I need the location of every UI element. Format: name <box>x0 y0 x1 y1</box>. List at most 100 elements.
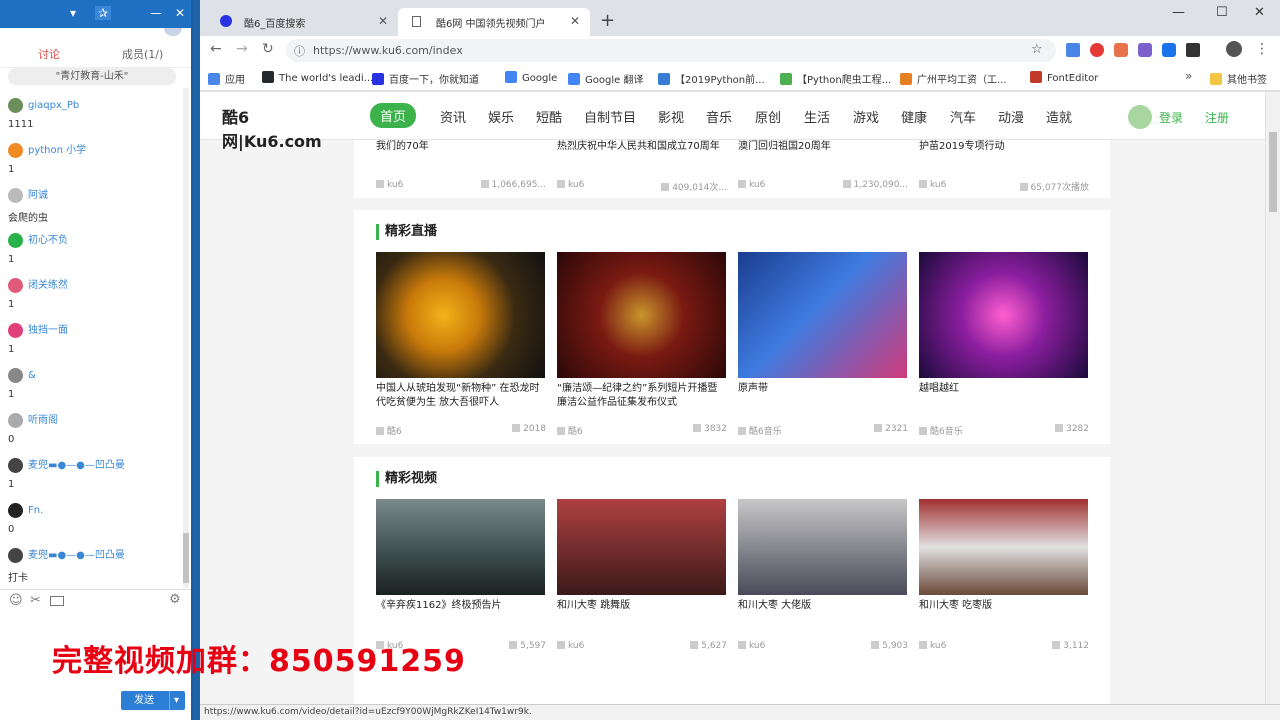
bookmark-item[interactable]: Google 翻译 <box>568 71 643 86</box>
chat-username[interactable]: 麦兜▬●—●—凹凸曼 <box>8 547 178 565</box>
extension-icon[interactable] <box>1186 43 1200 57</box>
nav-item[interactable]: 造就 <box>1046 107 1072 126</box>
video-card[interactable]: 越唱越红 酷6音乐 3282 <box>919 252 1089 437</box>
video-title[interactable]: 和川大枣 跳舞版 <box>557 599 727 627</box>
chat-username[interactable]: 阿诚 <box>8 187 178 205</box>
bookmark-item[interactable]: 百度一下，你就知道 <box>372 71 479 86</box>
dropdown-icon[interactable]: ▾ <box>70 6 76 20</box>
bookmark-item[interactable]: Google <box>505 71 557 84</box>
close-tab-icon[interactable]: ✕ <box>378 14 388 28</box>
more-bookmarks-icon[interactable]: » <box>1185 69 1192 83</box>
avatar[interactable] <box>8 277 23 293</box>
star-icon[interactable]: ☆ <box>1031 42 1043 57</box>
nav-item[interactable]: 自制节目 <box>584 107 636 126</box>
video-title[interactable]: 原声带 <box>738 382 908 410</box>
extension-icon[interactable] <box>1114 43 1128 57</box>
bookmark-item[interactable]: The world's leadi... <box>262 71 373 84</box>
nav-item[interactable]: 汽车 <box>950 107 976 126</box>
video-card[interactable]: 澳门回归祖国20周年 ku6 1,230,090... <box>738 140 908 190</box>
reload-icon[interactable]: ↻ <box>262 41 274 57</box>
opera-extension-icon[interactable] <box>1090 43 1104 57</box>
video-card[interactable]: 原声带 酷6音乐 2321 <box>738 252 908 437</box>
send-button[interactable]: 发送 ▾ <box>121 691 185 710</box>
scrollbar[interactable] <box>183 88 189 588</box>
avatar[interactable] <box>8 187 23 203</box>
chat-username[interactable]: 听雨阁 <box>8 412 178 430</box>
video-title[interactable]: 澳门回归祖国20周年 <box>738 140 908 154</box>
nav-item[interactable]: 短酷 <box>536 107 562 126</box>
minimize-icon[interactable]: — <box>150 6 162 20</box>
nav-item[interactable]: 资讯 <box>440 107 466 126</box>
nav-item[interactable]: 原创 <box>755 107 781 126</box>
nav-item[interactable]: 动漫 <box>998 107 1024 126</box>
video-thumbnail[interactable] <box>919 499 1088 595</box>
new-tab-icon[interactable]: + <box>600 10 615 31</box>
close-tab-icon[interactable]: ✕ <box>570 14 580 28</box>
tab-discuss[interactable]: 讨论 <box>38 46 60 62</box>
avatar[interactable] <box>8 322 23 338</box>
url-text[interactable]: https://www.ku6.com/index <box>313 44 463 57</box>
video-card[interactable]: 护苗2019专项行动 ku6 65,077次播放 <box>919 140 1089 193</box>
nav-item[interactable]: 生活 <box>804 107 830 126</box>
minimize-window-icon[interactable]: — <box>1172 5 1185 20</box>
avatar[interactable] <box>8 502 23 518</box>
chat-username[interactable]: Fn. <box>8 502 178 520</box>
video-thumbnail[interactable] <box>738 499 907 595</box>
maximize-window-icon[interactable]: ☐ <box>1216 5 1228 20</box>
chat-username[interactable]: & <box>8 367 178 385</box>
avatar[interactable] <box>8 412 23 428</box>
tab-baidu[interactable]: 酷6_百度搜索 ✕ <box>206 8 398 36</box>
extension-icon[interactable] <box>1162 43 1176 57</box>
video-card[interactable]: 我们的70年 ku6 1,066,695... <box>376 140 546 190</box>
chat-username[interactable]: 独挡一面 <box>8 322 178 340</box>
emoji-icon[interactable]: ☺ <box>9 593 23 608</box>
register-link[interactable]: 注册 <box>1205 109 1229 126</box>
user-avatar-icon[interactable] <box>1128 105 1152 129</box>
profile-icon[interactable] <box>1226 41 1242 57</box>
page-scrollbar-thumb[interactable] <box>1269 132 1277 212</box>
menu-icon[interactable]: ⋮ <box>1255 41 1269 57</box>
video-title[interactable]: 护苗2019专项行动 <box>919 140 1089 154</box>
nav-item[interactable]: 音乐 <box>706 107 732 126</box>
chat-username[interactable]: giaqpx_Pb <box>8 97 178 115</box>
chat-username[interactable]: 初心不负 <box>8 232 178 250</box>
bookmark-item[interactable]: 应用 <box>208 71 245 86</box>
address-bar[interactable]: ⓘ https://www.ku6.com/index ☆ <box>286 39 1056 62</box>
nav-item[interactable]: 影视 <box>658 107 684 126</box>
video-title[interactable]: 中国人从琥珀发现“新物种” 在恐龙时代吃贫便为生 放大吾很吓人 <box>376 382 546 410</box>
nav-item[interactable]: 首页 <box>370 103 417 128</box>
avatar[interactable] <box>8 547 23 563</box>
avatar[interactable] <box>8 97 23 113</box>
chat-username[interactable]: 闭关练然 <box>8 277 178 295</box>
forward-icon[interactable]: → <box>236 41 248 57</box>
video-thumbnail[interactable] <box>376 252 545 378</box>
close-icon[interactable]: ✕ <box>175 6 185 20</box>
video-title[interactable]: 热烈庆祝中华人民共和国成立70周年 <box>557 140 727 154</box>
video-thumbnail[interactable] <box>557 499 726 595</box>
nav-item[interactable]: 娱乐 <box>488 107 514 126</box>
video-thumbnail[interactable] <box>557 252 726 378</box>
tab-ku6[interactable]: 酷6网 中国领先视频门户 ✕ <box>398 8 590 36</box>
login-link[interactable]: 登录 <box>1159 109 1183 126</box>
video-title[interactable]: 和川大枣 吃枣版 <box>919 599 1089 627</box>
video-card[interactable]: 和川大枣 大佬版 ku6 5,903 <box>738 499 908 651</box>
video-card[interactable]: 热烈庆祝中华人民共和国成立70周年 ku6 409,014次... <box>557 140 727 193</box>
video-thumbnail[interactable] <box>919 252 1088 378</box>
video-title[interactable]: “廉洁颂—纪律之约”系列短片开播暨廉洁公益作品征集发布仪式 <box>557 382 727 410</box>
extension-icon[interactable] <box>1138 43 1152 57</box>
avatar[interactable] <box>8 142 23 158</box>
pin-icon[interactable]: ✰ <box>95 6 111 20</box>
video-thumbnail[interactable] <box>738 252 907 378</box>
close-window-icon[interactable]: ✕ <box>1254 5 1265 20</box>
nav-item[interactable]: 健康 <box>901 107 927 126</box>
tab-members[interactable]: 成员(1/) <box>122 46 163 62</box>
chat-username[interactable]: python 小学 <box>8 142 178 160</box>
back-icon[interactable]: ← <box>210 41 222 57</box>
site-logo[interactable]: 酷6网|Ku6.com <box>222 104 347 151</box>
settings-icon[interactable]: ⚙ <box>169 592 181 607</box>
bookmark-item[interactable]: FontEditor <box>1030 71 1098 84</box>
video-card[interactable]: “廉洁颂—纪律之约”系列短片开播暨廉洁公益作品征集发布仪式 酷6 3832 <box>557 252 727 437</box>
nav-item[interactable]: 游戏 <box>853 107 879 126</box>
video-title[interactable]: 《辛弃疾1162》终极预告片 <box>376 599 546 627</box>
image-icon[interactable] <box>50 596 64 606</box>
